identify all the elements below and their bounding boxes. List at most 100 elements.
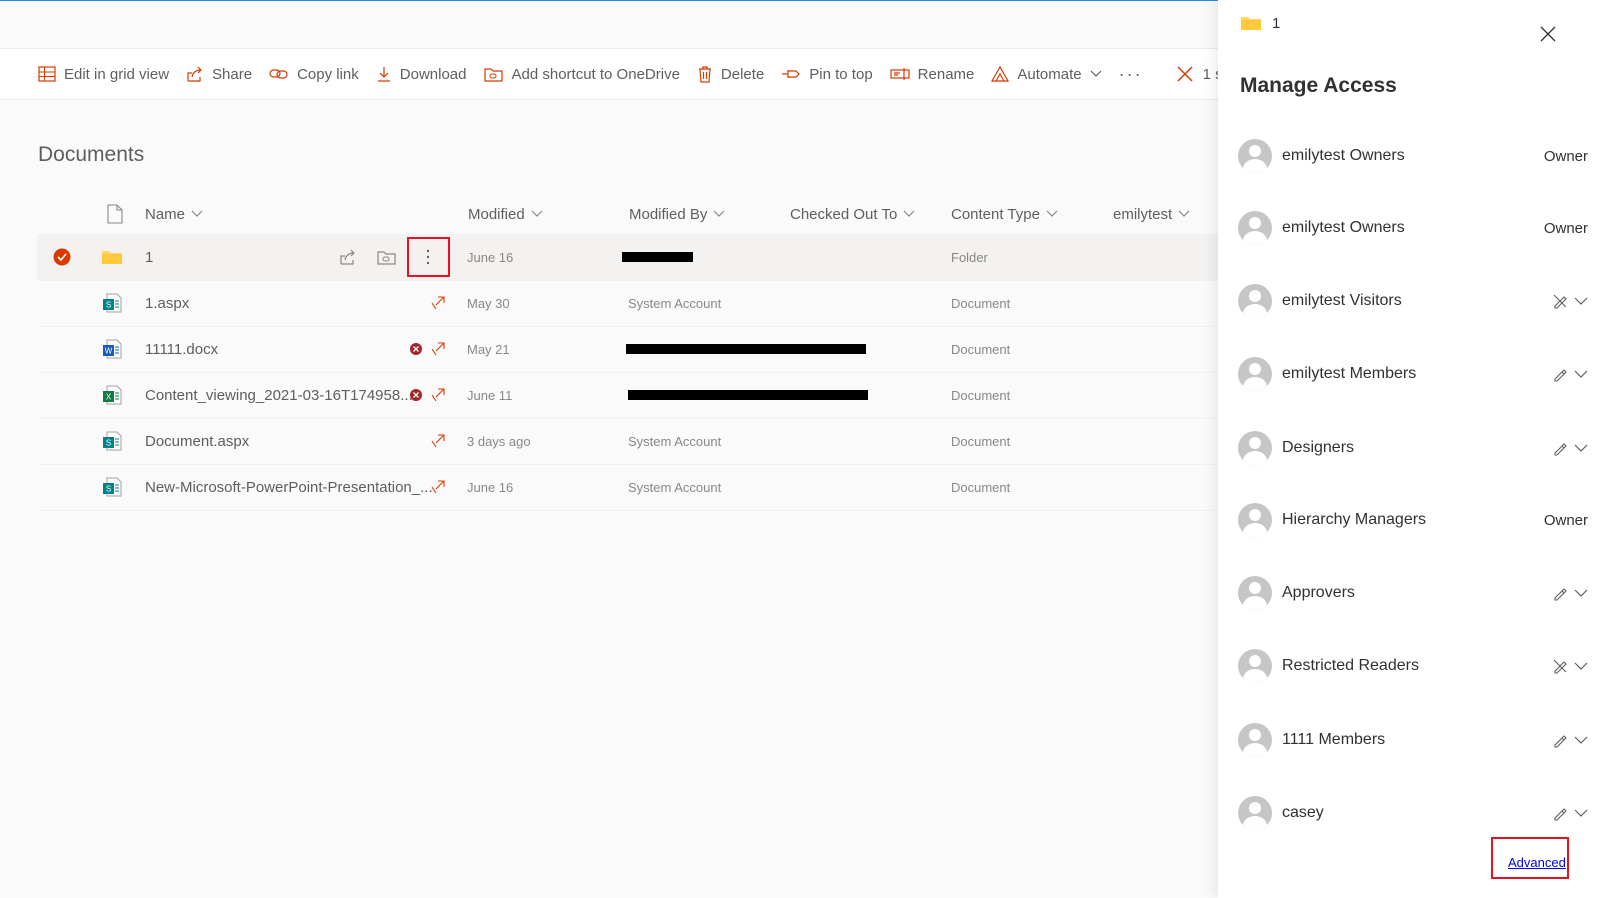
column-header-modified-by[interactable]: Modified By [629, 196, 725, 232]
chevron-down-icon [713, 210, 725, 217]
rename-button[interactable]: Rename [890, 65, 974, 83]
permission-dropdown[interactable] [1546, 658, 1588, 674]
chevron-down-icon [1090, 70, 1102, 77]
copy-link-button[interactable]: Copy link [269, 65, 359, 83]
folder-icon [102, 251, 122, 264]
error-circle-icon [410, 389, 422, 401]
pin-to-top-button[interactable]: Pin to top [781, 65, 873, 83]
list-item[interactable]: casey [1238, 789, 1588, 837]
table-row[interactable]: 1 June 16 Folder [37, 234, 1250, 281]
chevron-down-icon [1574, 370, 1588, 378]
automate-button[interactable]: Automate [991, 65, 1102, 83]
add-shortcut-button[interactable]: Add shortcut to OneDrive [483, 65, 680, 83]
folder-icon [1241, 17, 1261, 30]
access-name: Restricted Readers [1282, 657, 1419, 674]
permission-dropdown[interactable] [1546, 805, 1588, 821]
chevron-down-icon [1574, 809, 1588, 817]
column-header-name[interactable]: Name [145, 196, 203, 232]
file-name[interactable]: Document.aspx [145, 418, 249, 464]
add-shortcut-row-button[interactable] [377, 234, 397, 280]
permission-dropdown[interactable] [1546, 366, 1588, 382]
table-row[interactable]: S New-Microsoft-PowerPoint-Presentation_… [37, 464, 1250, 511]
chevron-down-icon [1574, 444, 1588, 452]
avatar [1238, 357, 1272, 391]
file-name[interactable]: New-Microsoft-PowerPoint-Presentation_..… [145, 464, 433, 510]
download-label: Download [399, 65, 467, 83]
access-name: Approvers [1282, 584, 1355, 601]
chevron-down-icon [1574, 589, 1588, 597]
delete-label: Delete [720, 65, 765, 83]
download-button[interactable]: Download [376, 65, 467, 83]
highlight-box [407, 237, 450, 277]
share-label: Share [212, 65, 253, 83]
file-name[interactable]: 11111.docx [145, 326, 218, 372]
clear-selection-button[interactable]: 1 s [1177, 66, 1223, 83]
row-checkbox[interactable] [53, 234, 71, 280]
error-status [410, 372, 422, 418]
avatar [1238, 211, 1272, 245]
pin-to-top-label: Pin to top [809, 65, 873, 83]
checkout-status [431, 464, 445, 510]
aspx-icon-cell: S [101, 418, 123, 464]
file-icon [107, 204, 123, 224]
permission-dropdown[interactable] [1546, 293, 1588, 309]
table-row[interactable]: W 11111.docx May 21 Document [37, 326, 1250, 373]
access-name: casey [1282, 804, 1324, 821]
list-item[interactable]: emilytest Visitors [1238, 277, 1588, 325]
list-item[interactable]: Approvers [1238, 569, 1588, 617]
shortcut-icon [377, 251, 396, 265]
svg-text:S: S [106, 439, 111, 448]
delete-button[interactable]: Delete [697, 65, 764, 83]
more-commands-button[interactable]: ··· [1119, 64, 1143, 85]
word-document-icon: W [103, 339, 122, 359]
list-item[interactable]: Designers [1238, 424, 1588, 472]
list-item[interactable]: emilytest Owners Owner [1238, 132, 1588, 180]
file-type-header[interactable] [101, 196, 123, 232]
column-header-content-type[interactable]: Content Type [951, 196, 1058, 232]
file-name[interactable]: Content_viewing_2021-03-16T174958.... [145, 372, 417, 418]
error-status [410, 326, 422, 372]
column-header-checked-out-to[interactable]: Checked Out To [790, 196, 915, 232]
checkout-status [431, 418, 445, 464]
command-bar: Edit in grid view Share Copy link Downlo… [0, 48, 1250, 100]
list-item[interactable]: emilytest Members [1238, 350, 1588, 398]
error-circle-icon [410, 343, 422, 355]
advanced-link[interactable]: Advanced [1508, 855, 1566, 870]
sharepoint-page-icon: S [103, 431, 122, 451]
list-item[interactable]: Hierarchy Managers Owner [1238, 496, 1588, 544]
checkout-arrow-icon [431, 434, 445, 448]
list-item[interactable]: Restricted Readers [1238, 642, 1588, 690]
redacted-modified-by [626, 326, 866, 372]
column-header-label: Name [145, 205, 186, 223]
avatar [1238, 576, 1272, 610]
list-item[interactable]: emilytest Owners Owner [1238, 204, 1588, 252]
edit-grid-view-button[interactable]: Edit in grid view [38, 65, 169, 83]
column-header-label: Modified By [629, 205, 708, 223]
permission-dropdown[interactable] [1546, 732, 1588, 748]
download-icon [377, 67, 390, 82]
column-header-emilytest[interactable]: emilytest [1113, 196, 1190, 232]
permission-label[interactable]: Owner [1544, 512, 1588, 529]
file-name[interactable]: 1 [145, 234, 153, 280]
aspx-icon-cell: S [101, 464, 123, 510]
close-panel-button[interactable] [1540, 26, 1556, 47]
share-button[interactable]: Share [186, 65, 252, 83]
modified-date: June 16 [467, 479, 514, 495]
redacted-modified-by [628, 372, 868, 418]
checkout-status [431, 326, 445, 372]
permission-label[interactable]: Owner [1544, 148, 1588, 165]
permission-dropdown[interactable] [1546, 585, 1588, 601]
list-item[interactable]: 1111 Members [1238, 716, 1588, 764]
table-row[interactable]: S Document.aspx 3 days ago System Accoun… [37, 418, 1250, 465]
file-name[interactable]: 1.aspx [145, 280, 189, 326]
permission-label[interactable]: Owner [1544, 220, 1588, 237]
permission-dropdown[interactable] [1546, 440, 1588, 456]
table-row[interactable]: X Content_viewing_2021-03-16T174958.... … [37, 372, 1250, 419]
xlsx-icon-cell: X [101, 372, 123, 418]
table-row[interactable]: S 1.aspx May 30 System Account Document [37, 280, 1250, 327]
column-headers: Name Modified Modified By Checked Out To… [37, 196, 1250, 232]
automate-label: Automate [1017, 65, 1082, 83]
avatar [1238, 431, 1272, 465]
column-header-modified[interactable]: Modified [468, 196, 543, 232]
share-row-button[interactable] [339, 234, 357, 280]
